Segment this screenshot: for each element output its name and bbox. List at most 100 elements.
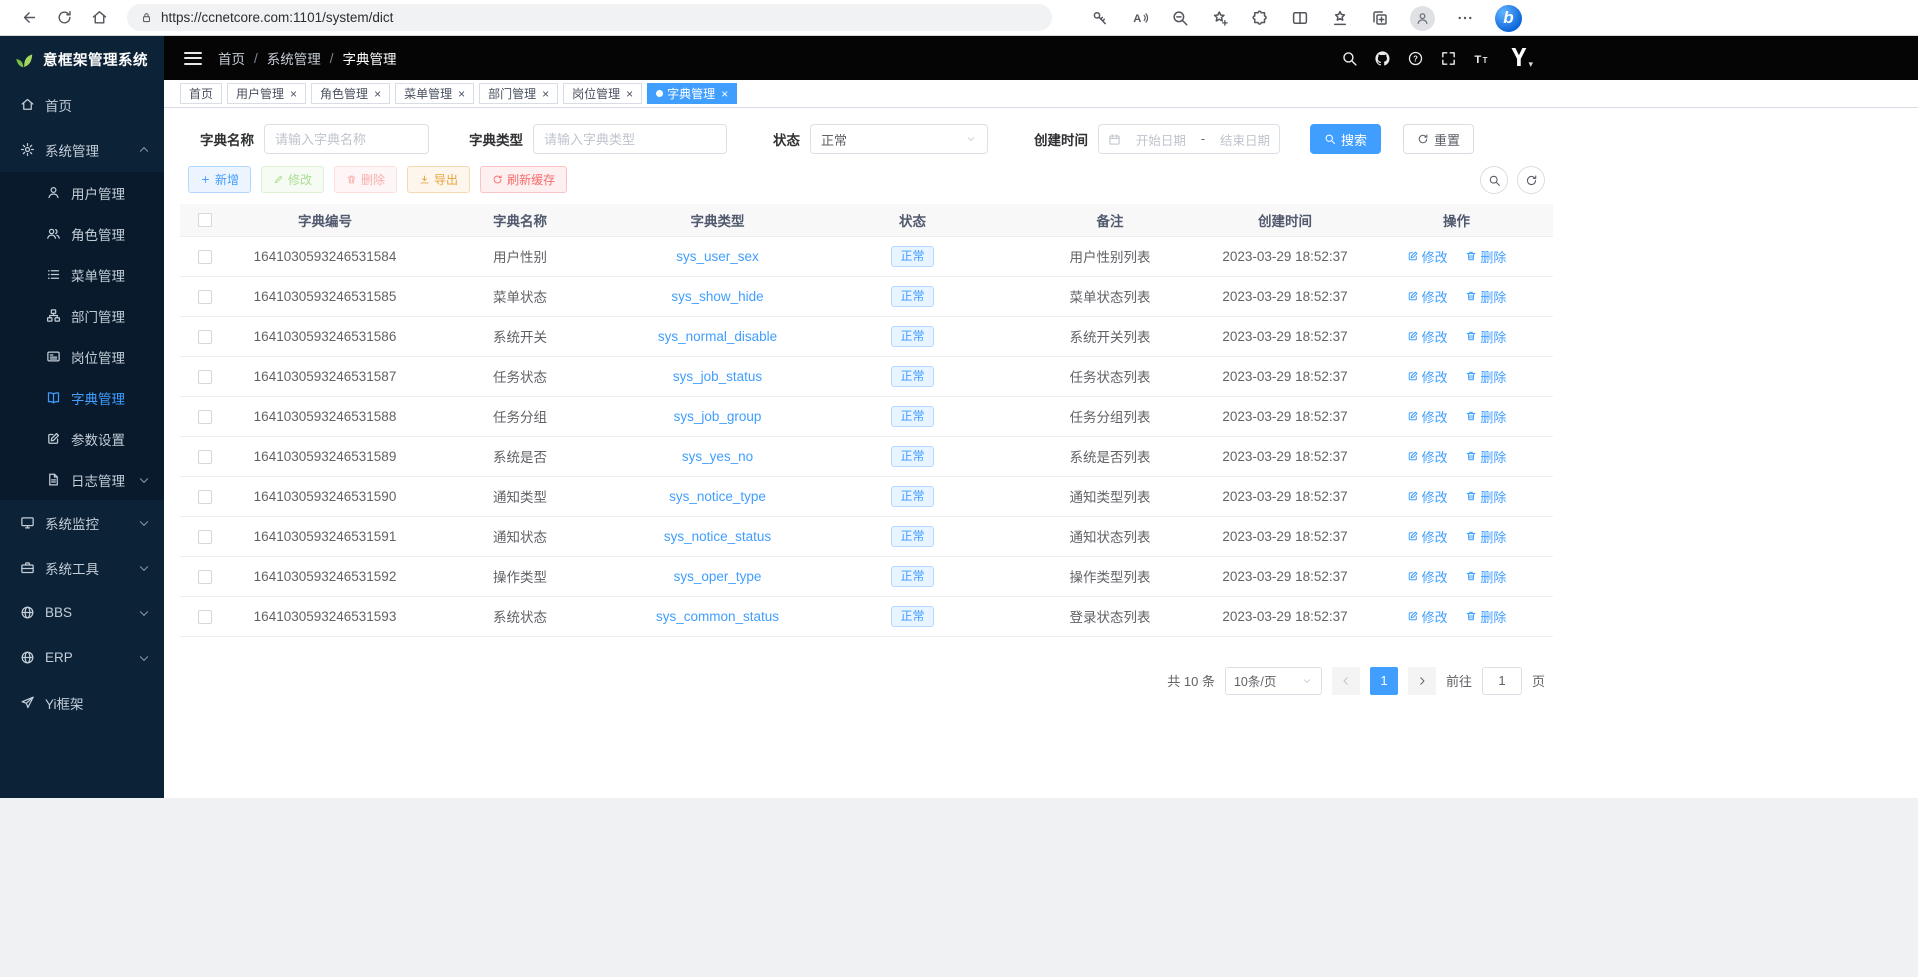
github-icon[interactable] [1374,50,1391,67]
prev-page-button[interactable] [1332,667,1360,695]
page-number-button[interactable]: 1 [1370,667,1398,695]
sidebar-item[interactable]: 系统监控 [0,500,164,545]
row-delete-button[interactable]: 删除 [1465,407,1506,426]
sidebar-item[interactable]: 日志管理 [0,459,164,500]
page-size-select[interactable]: 10条/页 [1225,667,1322,695]
back-icon[interactable] [16,5,42,31]
header-search-icon[interactable] [1341,50,1358,67]
url-text[interactable]: https://ccnetcore.com:1101/system/dict [161,10,393,25]
row-edit-button[interactable]: 修改 [1407,567,1448,586]
zoom-icon[interactable] [1170,8,1190,28]
row-delete-button[interactable]: 删除 [1465,367,1506,386]
toolbar-button[interactable]: 导出 [407,166,470,193]
breadcrumb-home[interactable]: 首页 [218,48,245,68]
sidebar-item[interactable]: 岗位管理 [0,336,164,377]
user-avatar-menu[interactable]: Y ▾ [1511,46,1533,70]
row-checkbox[interactable] [198,410,212,424]
extensions-icon[interactable] [1250,8,1270,28]
close-icon[interactable]: × [374,88,381,100]
row-edit-button[interactable]: 修改 [1407,407,1448,426]
home-icon[interactable] [86,5,112,31]
row-checkbox[interactable] [198,490,212,504]
dict-type-link[interactable]: sys_notice_status [664,529,771,544]
goto-page-input[interactable] [1482,667,1522,695]
sidebar-item[interactable]: ERP [0,635,164,680]
dict-type-link[interactable]: sys_common_status [656,609,779,624]
dict-type-link[interactable]: sys_show_hide [671,289,763,304]
toolbar-button[interactable]: 刷新缓存 [480,166,567,193]
select-all-checkbox[interactable] [198,213,212,227]
close-icon[interactable]: × [542,88,549,100]
reset-button[interactable]: 重置 [1403,124,1474,154]
hamburger-icon[interactable] [184,52,202,65]
tab[interactable]: 字典管理 × [647,83,737,104]
row-checkbox[interactable] [198,250,212,264]
search-button[interactable]: 搜索 [1310,124,1381,154]
tab[interactable]: 岗位管理 × [563,83,642,104]
row-delete-button[interactable]: 删除 [1465,447,1506,466]
dict-type-link[interactable]: sys_job_group [674,409,762,424]
row-edit-button[interactable]: 修改 [1407,607,1448,626]
sidebar-item[interactable]: 字典管理 [0,377,164,418]
dict-type-link[interactable]: sys_notice_type [669,489,766,504]
fullscreen-icon[interactable] [1440,50,1457,67]
favorites-icon[interactable] [1330,8,1350,28]
sidebar-item[interactable]: 参数设置 [0,418,164,459]
tab[interactable]: 部门管理 × [479,83,558,104]
row-edit-button[interactable]: 修改 [1407,527,1448,546]
dict-type-link[interactable]: sys_oper_type [674,569,762,584]
tab[interactable]: 用户管理 × [227,83,306,104]
refresh-table-button[interactable] [1517,166,1545,194]
sidebar-item[interactable]: Yi框架 [0,680,164,725]
dict-type-link[interactable]: sys_yes_no [682,449,753,464]
toolbar-button[interactable]: 删除 [334,166,397,193]
dict-type-link[interactable]: sys_normal_disable [658,329,777,344]
row-checkbox[interactable] [198,530,212,544]
close-icon[interactable]: × [458,88,465,100]
dict-type-link[interactable]: sys_job_status [673,369,762,384]
refresh-page-icon[interactable] [51,5,77,31]
status-select[interactable]: 正常 [810,124,988,154]
row-delete-button[interactable]: 删除 [1465,567,1506,586]
row-checkbox[interactable] [198,370,212,384]
split-screen-icon[interactable] [1290,8,1310,28]
dict-name-input[interactable] [264,124,429,154]
sidebar-item[interactable]: 系统工具 [0,545,164,590]
row-delete-button[interactable]: 删除 [1465,247,1506,266]
sidebar-item[interactable]: 用户管理 [0,172,164,213]
tab[interactable]: 首页 [180,83,222,104]
next-page-button[interactable] [1408,667,1436,695]
row-checkbox[interactable] [198,570,212,584]
row-edit-button[interactable]: 修改 [1407,367,1448,386]
row-delete-button[interactable]: 删除 [1465,287,1506,306]
toolbar-button[interactable]: 修改 [261,166,324,193]
dict-type-input[interactable] [533,124,727,154]
sidebar-item[interactable]: 角色管理 [0,213,164,254]
sidebar-item[interactable]: 首页 [0,82,164,127]
tab[interactable]: 菜单管理 × [395,83,474,104]
add-favorite-icon[interactable] [1210,8,1230,28]
sidebar-item[interactable]: 菜单管理 [0,254,164,295]
profile-avatar[interactable] [1410,6,1435,31]
row-edit-button[interactable]: 修改 [1407,327,1448,346]
row-delete-button[interactable]: 删除 [1465,487,1506,506]
row-edit-button[interactable]: 修改 [1407,447,1448,466]
row-delete-button[interactable]: 删除 [1465,327,1506,346]
row-checkbox[interactable] [198,290,212,304]
row-delete-button[interactable]: 删除 [1465,527,1506,546]
row-edit-button[interactable]: 修改 [1407,487,1448,506]
close-icon[interactable]: × [626,88,633,100]
breadcrumb-system[interactable]: 系统管理 [267,48,321,68]
close-icon[interactable]: × [290,88,297,100]
sidebar-item[interactable]: BBS [0,590,164,635]
row-checkbox[interactable] [198,330,212,344]
sidebar-item[interactable]: 系统管理 [0,127,164,172]
sidebar-item[interactable]: 部门管理 [0,295,164,336]
date-range-picker[interactable]: 开始日期 - 结束日期 [1098,124,1280,154]
tab[interactable]: 角色管理 × [311,83,390,104]
row-edit-button[interactable]: 修改 [1407,247,1448,266]
read-aloud-icon[interactable]: A [1130,8,1150,28]
password-key-icon[interactable] [1090,8,1110,28]
font-size-icon[interactable]: TT [1473,50,1490,67]
toolbar-button[interactable]: 新增 [188,166,251,193]
